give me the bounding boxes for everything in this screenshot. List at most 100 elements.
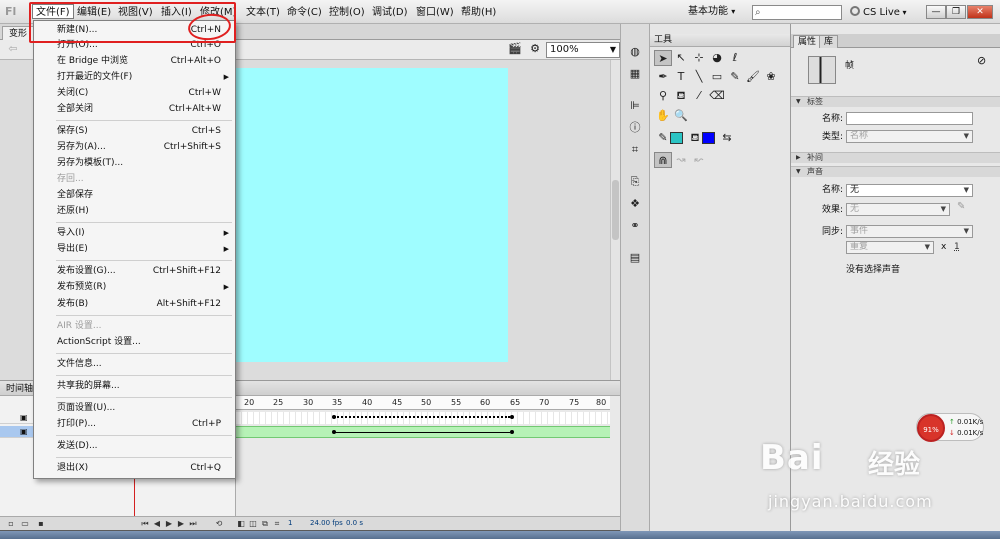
repeat-select[interactable]: 重复 ▼ — [846, 241, 934, 254]
menu-item-close-all[interactable]: 全部关闭 Ctrl+Alt+W — [34, 102, 235, 117]
subselection-tool-icon[interactable]: ↖ — [672, 50, 690, 66]
onion-skin-icon[interactable]: ◧ — [236, 519, 246, 529]
free-transform-tool-icon[interactable]: ⊹ — [690, 50, 708, 66]
first-frame-icon[interactable]: ⏮ — [140, 519, 150, 529]
edit-envelope-icon[interactable]: ✎ — [957, 201, 965, 212]
sound-name-select[interactable]: 无 ▼ — [846, 184, 973, 197]
lasso-tool-icon[interactable]: ℓ — [726, 50, 744, 66]
cs-live-button[interactable]: CS Live ▾ — [850, 5, 907, 20]
workspace-switcher[interactable]: 基本功能 ▾ — [688, 4, 744, 20]
menu-item-save-as[interactable]: 另存为(A)... Ctrl+Shift+S — [34, 140, 235, 155]
effect-select[interactable]: 无 ▼ — [846, 203, 950, 216]
menu-item-import[interactable]: 导入(I) ▶ — [34, 226, 235, 241]
menu-window[interactable]: 窗口(W) — [413, 5, 457, 20]
timeline-tab[interactable]: 时间轴 — [6, 383, 33, 395]
sync-select[interactable]: 事件 ▼ — [846, 225, 973, 238]
next-frame-icon[interactable]: ▶ — [176, 519, 186, 529]
zoom-tool-icon[interactable]: 🔍 — [672, 108, 690, 124]
frame-ruler[interactable]: 20 25 30 35 40 45 50 55 60 65 70 75 80 — [236, 396, 610, 410]
menu-item-send[interactable]: 发送(D)... — [34, 439, 235, 454]
swatches-icon[interactable]: ▦ — [626, 66, 644, 82]
eraser-tool-icon[interactable]: ⌫ — [708, 88, 726, 104]
frame-track[interactable] — [236, 412, 610, 424]
minimize-button[interactable]: — — [926, 5, 946, 19]
back-arrow-icon[interactable]: ⇦ — [6, 42, 20, 56]
stage-canvas[interactable] — [236, 68, 508, 362]
tab-library[interactable]: 库 — [819, 35, 839, 48]
section-tween[interactable]: ▶ 补间 — [791, 152, 1000, 163]
rectangle-tool-icon[interactable]: ▭ — [708, 69, 726, 85]
menu-item-publish-preview[interactable]: 发布预览(R) ▶ — [34, 280, 235, 295]
keyframe-marker[interactable] — [510, 430, 514, 434]
frame-rate[interactable]: 24.00 fps — [310, 517, 343, 530]
menu-item-revert[interactable]: 还原(H) — [34, 204, 235, 219]
transform-icon[interactable]: ⌗ — [626, 142, 644, 158]
onion-markers-icon[interactable]: ⌗ — [272, 519, 282, 529]
zoom-select[interactable]: 100% ▼ — [546, 42, 620, 58]
menu-commands[interactable]: 命令(C) — [284, 5, 325, 20]
deco-tool-icon[interactable]: ❀ — [762, 69, 780, 85]
play-icon[interactable]: ▶ — [164, 519, 174, 529]
keyframe-marker[interactable] — [332, 415, 336, 419]
selection-tool-icon[interactable]: ➤ — [654, 50, 672, 66]
code-snippets-icon[interactable]: ⎘ — [626, 174, 644, 190]
pen-tool-icon[interactable]: ✒ — [654, 69, 672, 85]
brush-tool-icon[interactable]: 🖌 — [744, 69, 762, 85]
search-input[interactable]: ⌕ — [752, 5, 842, 20]
menu-item-exit[interactable]: 退出(X) Ctrl+Q — [34, 461, 235, 476]
components-icon[interactable]: ❖ — [626, 196, 644, 212]
restore-button[interactable]: ❐ — [946, 5, 966, 19]
vertical-scrollbar[interactable] — [610, 60, 620, 380]
frame-track[interactable] — [236, 426, 610, 438]
prev-frame-icon[interactable]: ◀ — [152, 519, 162, 529]
new-layer-icon[interactable]: ▫ — [6, 519, 16, 529]
edit-symbol-icon[interactable]: ⚙ — [528, 42, 542, 56]
menu-item-save-as-template[interactable]: 另存为模板(T)... — [34, 156, 235, 171]
align-icon[interactable]: ⊫ — [626, 98, 644, 114]
smooth-icon[interactable]: ↝ — [672, 152, 690, 168]
swap-colors-icon[interactable]: ⇆ — [718, 130, 736, 146]
menu-debug[interactable]: 调试(D) — [369, 5, 411, 20]
info-icon[interactable]: ⓘ — [626, 120, 644, 136]
menu-item-page-setup[interactable]: 页面设置(U)... — [34, 401, 235, 416]
loop-icon[interactable]: ⟲ — [214, 519, 224, 529]
section-label[interactable]: ▼ 标签 — [791, 96, 1000, 107]
frame-name-input[interactable] — [846, 112, 973, 125]
section-sound[interactable]: ▼ 声音 — [791, 166, 1000, 177]
tab-properties[interactable]: 属性 — [793, 35, 822, 48]
stroke-color-swatch[interactable] — [670, 132, 683, 144]
paint-bucket-tool-icon[interactable]: ⛾ — [672, 88, 690, 104]
menu-item-export[interactable]: 导出(E) ▶ — [34, 242, 235, 257]
menu-item-open-recent[interactable]: 打开最近的文件(F) ▶ — [34, 70, 235, 85]
onion-outline-icon[interactable]: ◫ — [248, 519, 258, 529]
menu-item-publish-settings[interactable]: 发布设置(G)... Ctrl+Shift+F12 — [34, 264, 235, 279]
repeat-count[interactable]: 1 — [954, 242, 960, 252]
keyframe-marker[interactable] — [510, 415, 514, 419]
menu-item-close[interactable]: 关闭(C) Ctrl+W — [34, 86, 235, 101]
motion-presets-icon[interactable]: ⚭ — [626, 218, 644, 234]
line-tool-icon[interactable]: ╲ — [690, 69, 708, 85]
menu-control[interactable]: 控制(O) — [326, 5, 368, 20]
menu-item-file-info[interactable]: 文件信息... — [34, 357, 235, 372]
scrollbar-thumb[interactable] — [612, 180, 619, 240]
hand-tool-icon[interactable]: ✋ — [654, 108, 672, 124]
label-type-select[interactable]: 名称 ▼ — [846, 130, 973, 143]
bone-tool-icon[interactable]: ⚲ — [654, 88, 672, 104]
menu-item-share-screen[interactable]: 共享我的屏幕... — [34, 379, 235, 394]
pencil-tool-icon[interactable]: ✎ — [726, 69, 744, 85]
last-frame-icon[interactable]: ⏭ — [188, 519, 198, 529]
close-button[interactable]: ✕ — [967, 5, 993, 19]
menu-item-actionscript-settings[interactable]: ActionScript 设置... — [34, 335, 235, 350]
delete-layer-icon[interactable]: ▪ — [36, 519, 46, 529]
menu-item-publish[interactable]: 发布(B) Alt+Shift+F12 — [34, 297, 235, 312]
straighten-icon[interactable]: ↜ — [690, 152, 708, 168]
keyframe-marker[interactable] — [332, 430, 336, 434]
menu-item-save-all[interactable]: 全部保存 — [34, 188, 235, 203]
menu-item-browse-bridge[interactable]: 在 Bridge 中浏览 Ctrl+Alt+O — [34, 54, 235, 69]
help-icon[interactable]: ⊘ — [977, 54, 986, 67]
edit-scene-icon[interactable]: 🎬 — [508, 42, 522, 56]
menu-text[interactable]: 文本(T) — [243, 5, 283, 20]
new-folder-icon[interactable]: ▭ — [20, 519, 30, 529]
eyedropper-tool-icon[interactable]: ⁄ — [690, 88, 708, 104]
color-panel-icon[interactable]: ◍ — [626, 44, 644, 60]
